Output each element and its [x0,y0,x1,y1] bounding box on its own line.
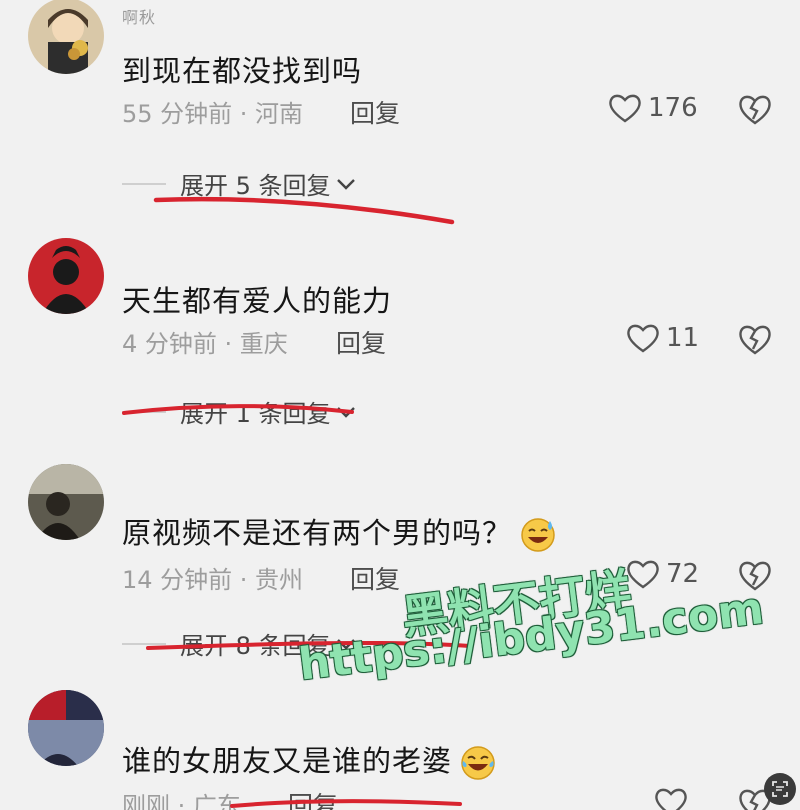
reply-button[interactable]: 回复 [350,94,400,130]
laugh-cry-emoji-icon [461,746,495,780]
heart-outline-icon [609,94,641,123]
heart-outline-icon [627,324,659,353]
comment-text: 谁的女朋友又是谁的老婆 [122,738,496,781]
username[interactable]: 啊秋 [122,4,156,28]
reply-button[interactable]: 回复 [288,786,338,810]
annotation-underline [153,196,455,225]
expand-label: 展开 1 条回复 [180,400,331,428]
dislike-button[interactable] [738,322,772,360]
comment-text: 原视频不是还有两个男的吗？ [122,510,556,553]
comment-meta: 14 分钟前 · 贵州 [122,566,304,594]
expand-replies-button[interactable]: 展开 1 条回复 [122,394,357,429]
comment-text-content: 谁的女朋友又是谁的老婆 [122,744,453,778]
like-count: 11 [666,323,700,353]
comment-meta: 4 分钟前 · 重庆 [122,330,288,358]
dislike-button[interactable] [738,92,772,130]
like-button[interactable] [654,786,688,810]
avatar[interactable] [28,238,104,314]
expand-replies-button[interactable]: 展开 5 条回复 [122,166,357,201]
like-count: 176 [648,93,698,123]
scan-button[interactable] [764,773,796,805]
heart-outline-icon [655,788,687,810]
reply-button[interactable]: 回复 [336,324,386,360]
avatar[interactable] [28,0,104,74]
comment-text: 到现在都没找到吗 [122,54,363,88]
heart-outline-icon [627,560,659,589]
chevron-down-icon [336,178,355,190]
like-button[interactable]: 176 [608,92,698,124]
avatar[interactable] [28,464,104,540]
comment-meta: 55 分钟前 · 河南 [122,100,304,128]
expand-label: 展开 5 条回复 [180,172,331,200]
avatar[interactable] [28,690,104,766]
annotation-underline [230,799,462,808]
reply-button[interactable]: 回复 [350,560,400,596]
chevron-down-icon [336,406,355,418]
divider [122,642,166,645]
divider [122,182,166,185]
comment-text: 天生都有爱人的能力 [122,284,393,318]
like-count: 72 [666,559,700,589]
comment-list: 啊秋 到现在都没找到吗 55 分钟前 · 河南 回复 176 展开 5 条回复 [0,0,800,810]
like-button[interactable]: 11 [626,322,699,354]
divider [122,410,166,413]
broken-heart-icon [739,95,771,125]
comment-text-content: 原视频不是还有两个男的吗？ [122,516,513,550]
laugh-sweat-emoji-icon [521,518,555,552]
comment-meta: 刚刚 · 广东 [122,792,241,810]
like-button[interactable]: 72 [626,558,699,590]
scan-icon [772,781,788,797]
broken-heart-icon [739,325,771,355]
